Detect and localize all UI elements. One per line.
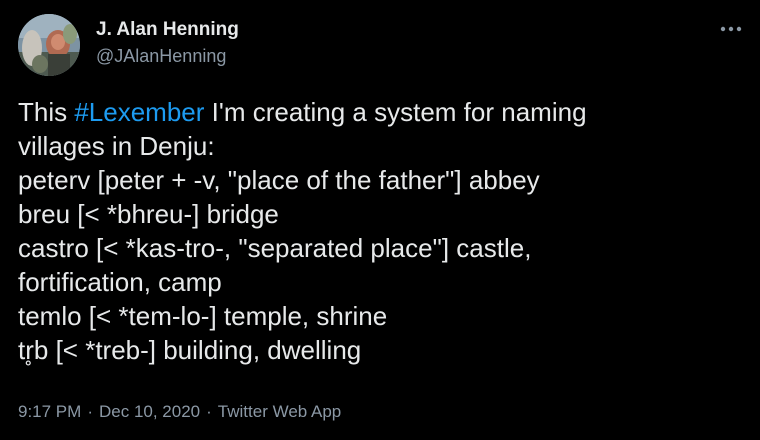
tweet-text: This #Lexember I'm creating a system for…	[18, 95, 743, 367]
avatar[interactable]	[18, 14, 80, 76]
more-options-button[interactable]	[716, 18, 746, 40]
hashtag-link[interactable]: #Lexember	[74, 97, 204, 127]
tweet-line: temlo [< *tem-lo-] temple, shrine	[18, 301, 388, 331]
tweet-source[interactable]: Twitter Web App	[218, 402, 341, 421]
tweet-line: castro [< *kas-tro-, "separated place"] …	[18, 233, 532, 263]
tweet-card: J. Alan Henning @JAlanHenning This #Lexe…	[0, 0, 760, 440]
tweet-intro-suffix: I'm creating a system for naming	[204, 97, 587, 127]
avatar-image	[18, 14, 80, 76]
tweet-intro-prefix: This	[18, 97, 75, 127]
tweet-line: fortification, camp	[18, 267, 222, 297]
author-handle[interactable]: @JAlanHenning	[96, 46, 226, 67]
tweet-time[interactable]: 9:17 PM	[18, 402, 81, 421]
tweet-date[interactable]: Dec 10, 2020	[99, 402, 200, 421]
tweet-line: peterv [peter + -v, "place of the father…	[18, 165, 540, 195]
meta-separator: ·	[206, 402, 212, 421]
tweet-meta: 9:17 PM · Dec 10, 2020 · Twitter Web App	[18, 402, 341, 422]
tweet-line-intro: This #Lexember I'm creating a system for…	[18, 95, 743, 129]
meta-separator: ·	[87, 402, 93, 421]
tweet-line: tr̥b [< *treb-] building, dwelling	[18, 335, 362, 365]
tweet-line: villages in Denju:	[18, 131, 215, 161]
author-display-name[interactable]: J. Alan Henning	[96, 19, 239, 41]
tweet-line: breu [< *bhreu-] bridge	[18, 199, 279, 229]
more-horizontal-icon	[720, 26, 742, 32]
